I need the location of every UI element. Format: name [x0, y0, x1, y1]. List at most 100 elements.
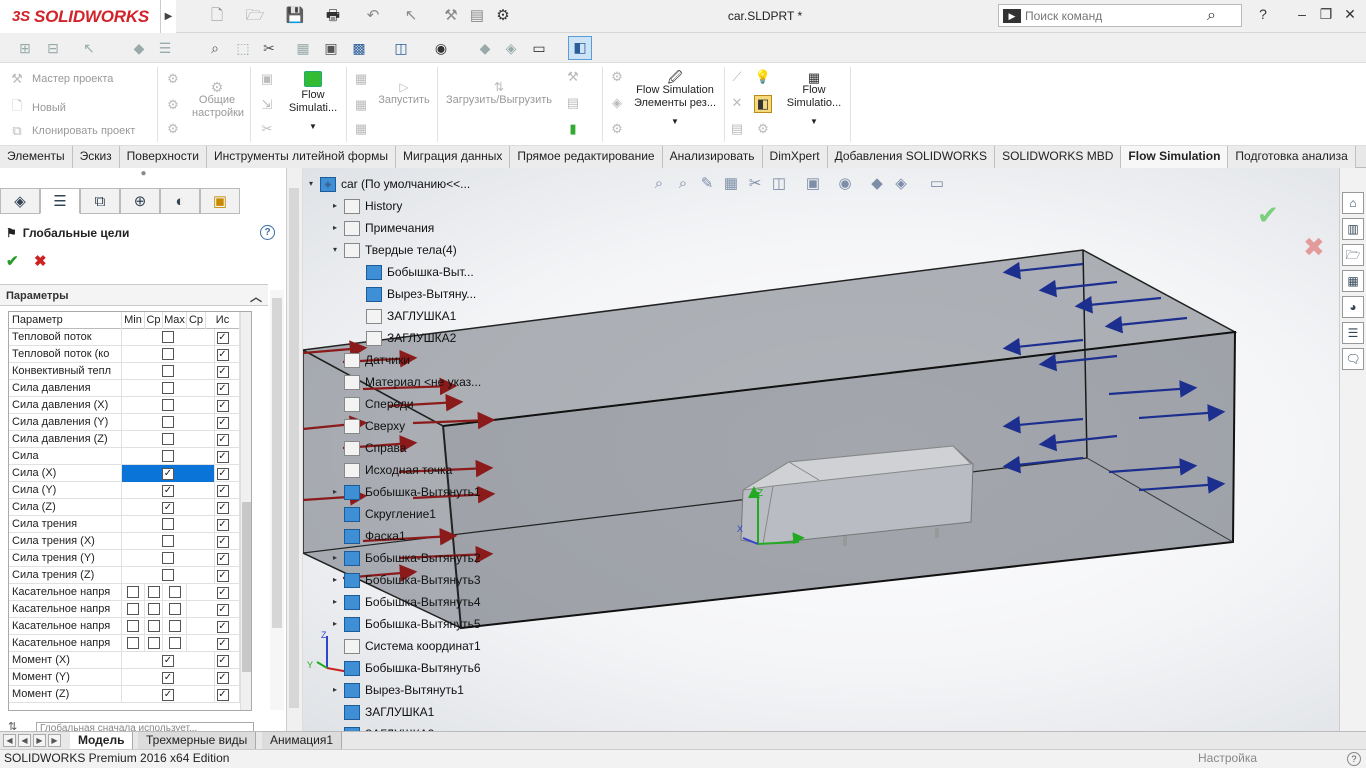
bulk-cell[interactable] — [122, 516, 215, 533]
max-checkbox[interactable] — [168, 586, 181, 598]
use-cell[interactable]: ✓ — [206, 635, 240, 652]
cm-icon-l[interactable]: ⚙ — [608, 69, 626, 87]
tree-item[interactable]: ▾ Твердые тела(4) — [329, 240, 457, 260]
display-manager-tab[interactable]: ◐ — [160, 188, 200, 214]
avg-cell[interactable] — [145, 635, 163, 652]
display-style-icon[interactable]: ▣ — [802, 174, 824, 194]
use-cell[interactable]: ✓ — [206, 669, 240, 686]
prev-tab-arrow[interactable]: ◀ — [18, 734, 31, 747]
cm-icon-m[interactable]: ◈ — [608, 95, 626, 113]
use-cell[interactable]: ✓ — [206, 414, 240, 431]
forum-icon[interactable]: 🗨 — [1342, 348, 1364, 370]
use-cell[interactable]: ✓ — [206, 346, 240, 363]
panel-splitter[interactable] — [287, 168, 303, 731]
table-row[interactable]: Сила ✓ — [9, 448, 251, 465]
zoom-area-icon[interactable]: ⌕ — [672, 174, 694, 194]
table-row[interactable]: Конвективный тепл ✓ — [9, 363, 251, 380]
table-row[interactable]: Момент (Y) ✓ ✓ — [9, 669, 251, 686]
use-cell[interactable]: ✓ — [206, 465, 240, 482]
view-settings-icon[interactable]: ▭ — [926, 174, 948, 194]
tree-item[interactable]: ▸ Бобышка-Вытянуть4 — [329, 592, 481, 612]
use-cell[interactable]: ✓ — [206, 448, 240, 465]
tree-item[interactable]: Справа — [329, 438, 406, 458]
table-row[interactable]: Сила давления (X) ✓ — [9, 397, 251, 414]
tree-item[interactable]: Вырез-Вытяну... — [351, 284, 476, 304]
use-checkbox[interactable]: ✓ — [216, 485, 229, 497]
table-row[interactable]: Сила (X) ✓ ✓ — [9, 465, 251, 482]
zoom-area-icon[interactable]: ⬚ — [232, 38, 254, 58]
feature-manager-tab[interactable]: ◈ — [0, 188, 40, 214]
help-button[interactable]: ? — [1253, 6, 1273, 22]
ok-button[interactable]: ✔ — [6, 252, 19, 270]
table-row[interactable]: Тепловой поток (ко ✓ — [9, 346, 251, 363]
use-cell[interactable]: ✓ — [206, 516, 240, 533]
max-checkbox[interactable] — [168, 603, 181, 615]
table-row[interactable]: Касательное напря ✓ — [9, 635, 251, 652]
bulk-checkbox[interactable] — [162, 535, 174, 547]
tab-4[interactable]: Миграция данных — [395, 146, 511, 168]
table-row[interactable]: Касательное напря ✓ — [9, 618, 251, 635]
cm-icon-f[interactable]: ✂ — [258, 121, 276, 139]
help-icon[interactable]: ? — [260, 225, 275, 240]
configuration-manager-tab[interactable]: ⧉ — [80, 188, 120, 214]
bulk-cell[interactable]: ✓ — [122, 669, 215, 686]
bulk-cell[interactable] — [122, 567, 215, 584]
tab-model[interactable]: Модель — [70, 732, 134, 749]
hide-show-icon[interactable]: ◉ — [430, 38, 452, 58]
tree-item[interactable]: Бобышка-Выт... — [351, 262, 474, 282]
tab-3[interactable]: Инструменты литейной формы — [206, 146, 396, 168]
display-style-icon[interactable]: ◫ — [390, 38, 412, 58]
tab-9[interactable]: SOLIDWORKS MBD — [995, 146, 1122, 168]
max-cell[interactable] — [163, 601, 187, 618]
use-cell[interactable]: ✓ — [206, 567, 240, 584]
bulk-checkbox[interactable] — [162, 399, 174, 411]
bulk-checkbox[interactable] — [162, 382, 174, 394]
expand-arrow[interactable]: ▸ — [329, 482, 341, 502]
use-checkbox[interactable]: ✓ — [216, 332, 229, 344]
tree-item[interactable]: ▸ Бобышка-Вытянуть1 — [329, 482, 481, 502]
view-palette-icon[interactable]: ▦ — [1342, 270, 1364, 292]
avg-checkbox[interactable] — [147, 603, 160, 615]
undo-icon[interactable]: ↶ — [362, 6, 384, 26]
flow-sim-active-icon[interactable]: ◧ — [754, 95, 772, 113]
dynamic-annotation-icon[interactable]: ▣ — [320, 38, 342, 58]
tree-item[interactable]: Исходная точка — [329, 460, 452, 480]
panel-scrollbar[interactable] — [270, 290, 284, 710]
appearances-icon[interactable]: ◕ — [1342, 296, 1364, 318]
clone-project-item[interactable]: ⧉ Клонировать проект — [10, 123, 135, 139]
bulk-checkbox[interactable] — [162, 365, 174, 377]
tree-root[interactable]: ▾ ◈ car (По умолчанию<<... — [305, 174, 470, 194]
expand-arrow[interactable]: ▸ — [329, 218, 341, 238]
file-properties-icon[interactable]: ▤ — [466, 6, 488, 26]
use-checkbox[interactable]: ✓ — [216, 502, 229, 514]
use-checkbox[interactable]: ✓ — [216, 366, 229, 378]
tree-item[interactable]: Спереди — [329, 394, 414, 414]
view-settings-icon[interactable]: ▭ — [528, 38, 550, 58]
status-help-icon[interactable]: ? — [1347, 752, 1361, 766]
use-cell[interactable]: ✓ — [206, 431, 240, 448]
bulk-checkbox[interactable]: ✓ — [162, 485, 174, 497]
apply-scene-icon[interactable]: ◈ — [890, 174, 912, 194]
new-project-item[interactable]: 🗋 Новый — [10, 97, 66, 119]
use-checkbox[interactable]: ✓ — [216, 417, 229, 429]
use-checkbox[interactable]: ✓ — [216, 621, 229, 633]
tree-item[interactable]: ЗАГЛУШКА2 — [351, 328, 456, 348]
view-orientation-icon[interactable]: ▩ — [348, 38, 370, 58]
table-row[interactable]: Сила трения ✓ — [9, 516, 251, 533]
tab-1[interactable]: Эскиз — [72, 146, 120, 168]
use-checkbox[interactable]: ✓ — [216, 672, 229, 684]
settings-label[interactable]: Настройка — [1198, 750, 1257, 767]
table-row[interactable]: Сила давления (Z) ✓ — [9, 431, 251, 448]
cm-icon-c[interactable]: ⚙ — [164, 121, 182, 139]
expand-arrow[interactable]: ▸ — [329, 548, 341, 568]
max-cell[interactable] — [163, 584, 187, 601]
new-document-icon[interactable]: 🗋 — [206, 6, 228, 26]
view-orientation-icon[interactable]: ◫ — [768, 174, 790, 194]
tree-item[interactable]: ЗАГЛУШКА1 — [351, 306, 456, 326]
cm-icon-j[interactable]: ⚒ — [564, 69, 582, 87]
use-checkbox[interactable]: ✓ — [216, 451, 229, 463]
table-row[interactable]: Сила трения (Y) ✓ — [9, 550, 251, 567]
bulk-checkbox[interactable]: ✓ — [162, 468, 174, 480]
flow-sim-results-button[interactable]: 🖉 Flow Simulation Элементы рез... ▼ — [630, 70, 720, 128]
select-icon[interactable]: ↖ — [400, 6, 422, 26]
